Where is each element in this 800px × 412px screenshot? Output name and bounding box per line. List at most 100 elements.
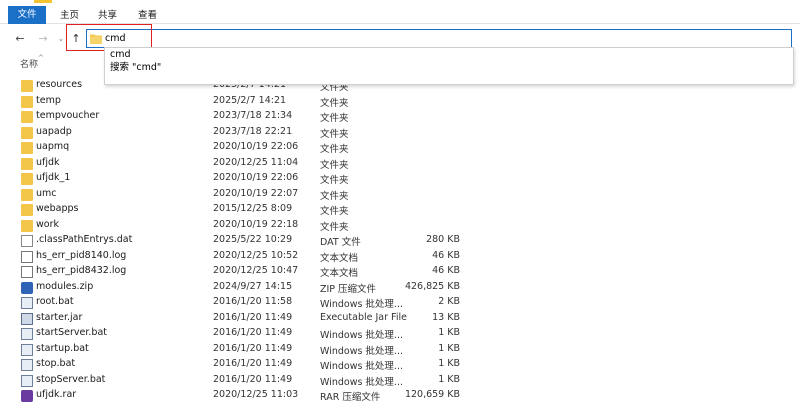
file-row[interactable]: work 2020/10/19 22:18 文件夹 [0,218,800,234]
folder-icon [21,142,33,154]
file-type: DAT 文件 [320,237,361,248]
bat-icon [21,297,33,309]
file-row[interactable]: stopServer.bat 2016/1/20 11:49 Windows 批处理… [0,373,800,389]
file-type: RAR 压缩文件 [320,392,381,403]
file-type: Executable Jar File [320,311,407,323]
file-row[interactable]: umc 2020/10/19 22:07 文件夹 [0,187,800,203]
file-date-modified: 2016/1/20 11:49 [213,311,293,323]
file-row[interactable]: ufjdk 2020/12/25 11:04 文件夹 [0,156,800,172]
file-name[interactable]: starter.jar [36,312,82,323]
file-row[interactable]: startup.bat 2016/1/20 11:49 Windows 批处理...… [0,342,800,358]
file-row[interactable]: tempvoucher 2023/7/18 21:34 文件夹 [0,109,800,125]
zip-icon [21,281,33,294]
file-row[interactable]: ufjdk_1 2020/10/19 22:06 文件夹 [0,171,800,187]
folder-icon [21,95,33,108]
file-row[interactable]: hs_err_pid8432.log 2020/12/25 10:47 文本文档 46… [0,264,800,280]
file-type: 文件夹 [320,159,349,171]
folder-icon [21,80,33,92]
file-name[interactable]: hs_err_pid8432.log [36,265,126,276]
sort-chevron-icon: ^ [38,54,44,62]
forward-arrow-icon[interactable]: → [37,33,49,45]
file-row[interactable]: webapps 2015/12/25 8:09 文件夹 [0,202,800,218]
folder-icon [21,219,33,232]
tab-file[interactable]: 文件 [8,6,46,24]
bat-icon [21,374,33,387]
file-name[interactable]: umc [36,188,57,199]
address-suggestion-dropdown: cmd 搜索 "cmd" [104,47,794,85]
tab-view[interactable]: 查看 [138,7,157,24]
file-name[interactable]: .classPathEntrys.dat [36,234,132,245]
title-strip [34,0,52,3]
file-date-modified: 2020/10/19 22:06 [213,141,299,152]
file-type: ZIP 压缩文件 [320,283,377,295]
file-name[interactable]: ufjdk.rar [36,389,76,400]
file-name[interactable]: ufjdk_1 [36,172,70,183]
file-row[interactable]: starter.jar 2016/1/20 11:49 Executable Jar… [0,311,800,327]
file-name[interactable]: modules.zip [36,281,93,292]
file-size: 280 KB [426,234,460,245]
file-row[interactable]: hs_err_pid8140.log 2020/12/25 10:52 文本文档 46… [0,249,800,265]
file-name[interactable]: uapmq [36,141,69,152]
file-row[interactable]: uapmq 2020/10/19 22:06 文件夹 [0,140,800,156]
folder-icon [21,204,33,216]
file-date-modified: 2020/10/19 22:18 [213,218,299,230]
address-input[interactable] [105,31,705,46]
file-type: 文本文档 [320,252,359,264]
file-name[interactable]: tempvoucher [36,110,99,121]
recent-locations-chevron-icon[interactable]: ⌄ [55,33,67,45]
folder-icon [21,157,33,170]
column-header-name[interactable]: 名称 [20,57,38,70]
file-name[interactable]: startup.bat [36,343,89,354]
file-date-modified: 2015/12/25 8:09 [213,203,293,214]
file-row[interactable]: ufjdk.rar 2020/12/25 11:03 RAR 压缩文件 120,659… [0,388,800,404]
file-name[interactable]: startServer.bat [36,327,107,338]
file-type: Windows 批处理... [320,376,403,388]
file-date-modified: 2025/2/7 14:21 [213,94,287,106]
file-row[interactable]: stop.bat 2016/1/20 11:49 Windows 批处理... 1 K… [0,357,800,373]
file-name[interactable]: uapadp [36,126,72,137]
file-row[interactable]: startServer.bat 2016/1/20 11:49 Windows 批处… [0,326,800,342]
file-date-modified: 2020/12/25 10:47 [213,265,299,276]
file-type: Windows 批处理... [320,330,403,341]
file-type: 文件夹 [320,97,349,109]
tab-home[interactable]: 主页 [60,7,79,24]
file-date-modified: 2023/7/18 22:21 [213,125,293,137]
file-row[interactable]: .classPathEntrys.dat 2025/5/22 10:29 DAT 文… [0,233,800,249]
file-name[interactable]: resources [36,79,82,90]
file-row[interactable]: uapadp 2023/7/18 22:21 文件夹 [0,125,800,141]
suggestion-item-search[interactable]: 搜索 "cmd" [110,61,161,74]
file-name[interactable]: hs_err_pid8140.log [36,250,126,261]
file-row[interactable]: temp 2025/2/7 14:21 文件夹 [0,94,800,110]
file-name[interactable]: root.bat [36,296,74,307]
suggestion-item[interactable]: cmd [110,48,131,61]
file-size: 120,659 KB [404,389,460,400]
file-name[interactable]: temp [36,95,61,106]
folder-icon [21,173,33,185]
file-row[interactable]: root.bat 2016/1/20 11:58 Windows 批处理... 2 K… [0,295,800,311]
file-type: 文件夹 [320,221,349,233]
back-arrow-icon[interactable]: ← [14,33,26,45]
file-name[interactable]: ufjdk [36,157,60,168]
file-type: 文本文档 [320,268,359,279]
file-size: 1 KB [438,342,460,354]
file-name[interactable]: stopServer.bat [36,374,105,385]
file-type: 文件夹 [320,144,349,155]
address-bar[interactable] [86,29,792,48]
file-name[interactable]: stop.bat [36,358,75,369]
file-row[interactable]: modules.zip 2024/9/27 14:15 ZIP 压缩文件 426,82… [0,280,800,296]
rar-icon [21,390,33,402]
file-name[interactable]: webapps [36,203,78,214]
file-date-modified: 2016/1/20 11:49 [213,342,293,354]
file-date-modified: 2016/1/20 11:49 [213,327,293,338]
file-date-modified: 2020/12/25 10:52 [213,249,299,261]
file-icon [21,235,33,247]
file-name[interactable]: work [36,219,59,230]
file-date-modified: 2016/1/20 11:49 [213,373,293,385]
file-type: Windows 批处理... [320,361,403,372]
file-date-modified: 2020/10/19 22:06 [213,172,299,183]
file-date-modified: 2020/12/25 11:04 [213,156,299,168]
tab-share[interactable]: 共享 [98,7,117,24]
up-arrow-icon[interactable]: ↑ [70,33,82,45]
log-icon [21,266,33,278]
bat-icon [21,359,33,371]
